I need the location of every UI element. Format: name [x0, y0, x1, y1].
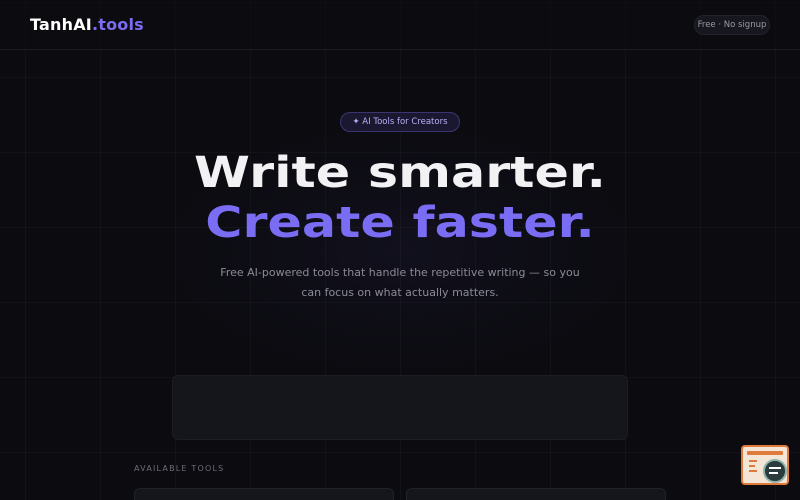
widget-line	[749, 470, 757, 472]
free-no-signup-badge: Free · No signup	[694, 15, 770, 35]
widget-line	[749, 460, 757, 462]
top-navigation-bar: TanhAI.tools Free · No signup	[0, 0, 800, 50]
hero-subtitle: Free AI-powered tools that handle the re…	[220, 266, 580, 299]
headline-line-2: Create faster.	[205, 198, 595, 248]
tool-input-panel[interactable]	[172, 375, 628, 440]
tool-card[interactable]	[134, 488, 394, 500]
widget-title-bar	[747, 451, 783, 455]
magnifier-line	[769, 472, 778, 474]
site-logo[interactable]: TanhAI.tools	[30, 15, 144, 34]
logo-suffix-text: .tools	[91, 15, 144, 34]
magnifier-icon	[763, 459, 787, 483]
logo-main-text: TanhAI	[30, 15, 92, 34]
magnifier-line	[769, 467, 781, 469]
tool-card[interactable]	[406, 488, 666, 500]
headline-line-1: Write smarter.	[194, 148, 606, 198]
chat-search-icon[interactable]	[741, 445, 789, 485]
ai-tools-pill-badge: ✦ AI Tools for Creators	[340, 112, 460, 132]
available-tools-label: AVAILABLE TOOLS	[134, 464, 225, 473]
widget-line	[749, 465, 755, 467]
